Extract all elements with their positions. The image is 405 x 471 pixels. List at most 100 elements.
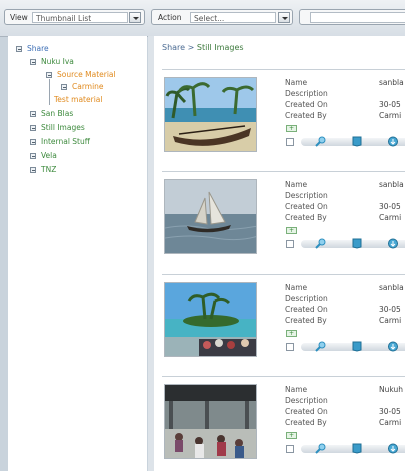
tree-item-san-blas[interactable]: San Blas — [30, 109, 73, 119]
expand-details-button[interactable]: + — [286, 432, 297, 439]
tree-item-source-material[interactable]: Source Material — [46, 70, 116, 80]
breadcrumb-separator: > — [187, 43, 195, 52]
expand-details-button[interactable]: + — [286, 330, 297, 337]
thumbnail-image[interactable] — [164, 179, 257, 254]
search-group — [299, 9, 405, 25]
select-checkbox[interactable] — [286, 343, 294, 351]
tree-item-tnz[interactable]: TNZ — [30, 165, 56, 175]
created-on-value: 30-05 — [379, 100, 401, 109]
download-icon[interactable] — [387, 443, 399, 454]
view-group: View Thumbnail List — [4, 9, 145, 25]
description-label: Description — [285, 294, 328, 303]
name-label: Name — [285, 385, 308, 394]
thumbnail-image[interactable] — [164, 384, 257, 459]
tag-icon[interactable] — [351, 341, 363, 352]
created-on-value: 30-05 — [379, 202, 401, 211]
tree-item-internal-stuff[interactable]: Internal Stuff — [30, 137, 90, 147]
toolbar: View Thumbnail List Action Select... — [0, 0, 405, 37]
folder-tree: Share Nuku Iva Source Material Carmine T… — [8, 36, 147, 471]
collapse-icon[interactable] — [61, 84, 67, 90]
created-on-label: Created On — [285, 202, 328, 211]
collapse-icon[interactable] — [16, 46, 22, 52]
created-on-label: Created On — [285, 407, 328, 416]
asset-card: Name sanbla Description Created On 30-05… — [162, 69, 405, 165]
tree-item-carmine[interactable]: Carmine — [61, 82, 104, 92]
action-label: Action — [158, 13, 182, 22]
action-group: Action Select... — [151, 9, 293, 25]
description-label: Description — [285, 89, 328, 98]
name-value: sanbla — [379, 283, 404, 292]
created-on-value: 30-05 — [379, 305, 401, 314]
card-toolbar — [301, 341, 405, 352]
action-select[interactable]: Select... — [190, 12, 276, 23]
tree-item-nuku-iva[interactable]: Nuku Iva — [30, 57, 74, 67]
expand-details-button[interactable]: + — [286, 227, 297, 234]
thumbnail-image[interactable] — [164, 77, 257, 152]
collapse-icon[interactable] — [30, 59, 36, 65]
expand-icon[interactable] — [30, 153, 36, 159]
created-on-label: Created On — [285, 305, 328, 314]
download-icon[interactable] — [387, 341, 399, 352]
select-checkbox[interactable] — [286, 138, 294, 146]
card-toolbar — [301, 136, 405, 147]
card-toolbar — [301, 443, 405, 454]
select-checkbox[interactable] — [286, 445, 294, 453]
tag-icon[interactable] — [351, 443, 363, 454]
tree-item-label: Internal Stuff — [41, 137, 90, 146]
breadcrumb: Share > Still Images — [162, 43, 244, 52]
collapse-icon[interactable] — [46, 72, 52, 78]
name-value: Nukuh — [379, 385, 403, 394]
created-on-label: Created On — [285, 100, 328, 109]
created-by-label: Created By — [285, 213, 327, 222]
name-label: Name — [285, 180, 308, 189]
created-by-label: Created By — [285, 316, 327, 325]
download-icon[interactable] — [387, 238, 399, 249]
tree-connector — [49, 79, 50, 105]
created-by-value: Carmi — [379, 316, 402, 325]
breadcrumb-current: Still Images — [196, 43, 244, 52]
created-by-label: Created By — [285, 418, 327, 427]
expand-icon[interactable] — [30, 139, 36, 145]
name-value: sanbla — [379, 78, 404, 87]
breadcrumb-root[interactable]: Share — [162, 43, 185, 52]
view-select[interactable]: Thumbnail List — [32, 12, 128, 23]
expand-icon[interactable] — [30, 111, 36, 117]
tree-item-label: TNZ — [41, 165, 57, 174]
tag-icon[interactable] — [351, 136, 363, 147]
tag-icon[interactable] — [351, 238, 363, 249]
download-icon[interactable] — [387, 136, 399, 147]
tree-item-vela[interactable]: Vela — [30, 151, 57, 161]
asset-card: Name Nukuh Description Created On 30-05 … — [162, 376, 405, 471]
created-by-value: Carmi — [379, 213, 402, 222]
asset-card: Name sanbla Description Created On 30-05… — [162, 274, 405, 370]
expand-details-button[interactable]: + — [286, 125, 297, 132]
view-label: View — [10, 13, 28, 22]
tree-item-label: Share — [27, 44, 49, 53]
tree-item-share[interactable]: Share — [16, 44, 49, 54]
created-by-label: Created By — [285, 111, 327, 120]
tree-item-label: Nuku Iva — [41, 57, 74, 66]
action-dropdown-button[interactable] — [278, 12, 290, 23]
description-label: Description — [285, 191, 328, 200]
thumbnail-image[interactable] — [164, 282, 257, 357]
expand-icon[interactable] — [30, 125, 36, 131]
created-on-value: 30-05 — [379, 407, 401, 416]
view-dropdown-button[interactable] — [129, 12, 141, 23]
main-panel: Share > Still Images Name sanbla Descrip… — [154, 36, 405, 471]
tree-item-label: San Blas — [41, 109, 74, 118]
tree-item-label: Test material — [54, 95, 103, 104]
name-label: Name — [285, 78, 308, 87]
tree-item-still-images[interactable]: Still Images — [30, 123, 85, 133]
name-label: Name — [285, 283, 308, 292]
tree-item-label: Carmine — [72, 82, 104, 91]
description-label: Description — [285, 396, 328, 405]
search-icon[interactable] — [315, 238, 327, 249]
search-icon[interactable] — [315, 341, 327, 352]
expand-icon[interactable] — [30, 167, 36, 173]
asset-card: Name sanbla Description Created On 30-05… — [162, 171, 405, 267]
select-checkbox[interactable] — [286, 240, 294, 248]
search-icon[interactable] — [315, 443, 327, 454]
tree-item-test-material[interactable]: Test material — [54, 95, 102, 105]
search-icon[interactable] — [315, 136, 327, 147]
search-input[interactable] — [310, 12, 405, 23]
